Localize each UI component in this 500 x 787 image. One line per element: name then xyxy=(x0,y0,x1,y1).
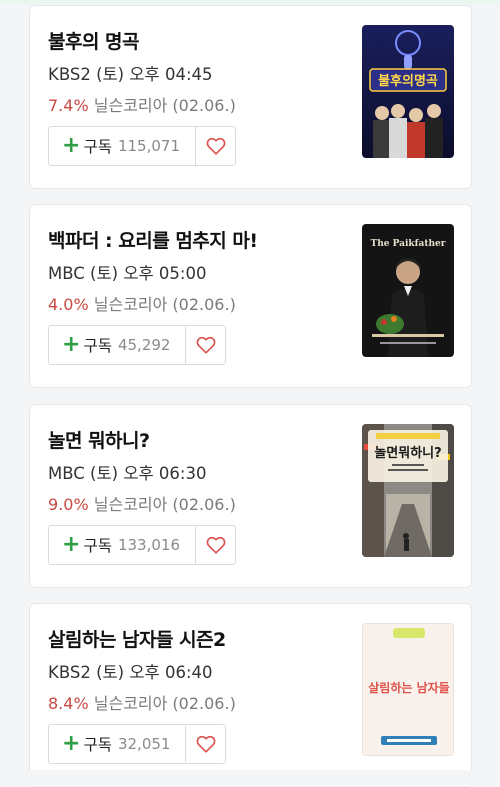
subscribe-button[interactable]: + 구독 133,016 xyxy=(49,526,196,564)
subscribe-label: 구독 xyxy=(83,736,112,754)
favorite-button[interactable] xyxy=(196,526,235,564)
rating-line: 7.4% 닐슨코리아 (02.06.) xyxy=(48,92,236,116)
subscribe-label: 구독 xyxy=(83,537,112,555)
poster-title: 살림하는 남자들 xyxy=(368,680,449,695)
program-title[interactable]: 놀면 뭐하니? xyxy=(48,426,150,453)
poster-title: 불후의명곡 xyxy=(378,73,438,89)
plus-icon: + xyxy=(62,532,81,557)
plus-icon: + xyxy=(62,332,81,357)
favorite-button[interactable] xyxy=(186,326,225,364)
plus-icon: + xyxy=(62,731,81,756)
heart-outline-icon xyxy=(196,735,215,753)
subscribe-button[interactable]: + 구독 32,051 xyxy=(49,725,186,763)
rating-value: 4.0% xyxy=(48,295,89,314)
rating-line: 8.4% 닐슨코리아 (02.06.) xyxy=(48,690,236,714)
program-schedule: KBS2 (토) 오후 06:40 xyxy=(48,663,213,682)
subscriber-count: 45,292 xyxy=(117,336,171,354)
program-schedule: KBS2 (토) 오후 04:45 xyxy=(48,65,213,84)
subscribe-label: 구독 xyxy=(83,138,112,156)
program-poster[interactable]: 살림하는 남자들 xyxy=(362,623,454,756)
rating-line: 9.0% 닐슨코리아 (02.06.) xyxy=(48,491,236,515)
subscribe-label: 구독 xyxy=(83,337,112,355)
poster-title: The Paikfather xyxy=(371,239,446,249)
subscribe-group: + 구독 45,292 xyxy=(48,325,226,365)
bottom-edge xyxy=(0,770,500,785)
heart-outline-icon xyxy=(206,536,225,554)
poster-title: 놀면뭐하니? xyxy=(374,445,441,461)
subscribe-group: + 구독 32,051 xyxy=(48,724,226,764)
program-title[interactable]: 불후의 명곡 xyxy=(48,27,140,54)
favorite-button[interactable] xyxy=(196,127,235,165)
program-schedule: MBC (토) 오후 06:30 xyxy=(48,464,207,483)
subscribe-button[interactable]: + 구독 115,071 xyxy=(49,127,196,165)
rating-source: 닐슨코리아 (02.06.) xyxy=(93,295,236,314)
subscribe-group: + 구독 133,016 xyxy=(48,525,236,565)
rating-source: 닐슨코리아 (02.06.) xyxy=(93,694,236,713)
rating-value: 9.0% xyxy=(48,495,89,514)
heart-outline-icon xyxy=(206,137,225,155)
program-poster[interactable]: The Paikfather xyxy=(362,224,454,357)
program-poster[interactable]: 불후의명곡 xyxy=(362,25,454,158)
subscriber-count: 115,071 xyxy=(117,137,180,155)
subscriber-count: 133,016 xyxy=(117,536,180,554)
program-card[interactable]: 백파더 : 요리를 멈추지 마! MBC (토) 오후 05:00 4.0% 닐… xyxy=(29,204,472,388)
program-card[interactable]: 살림하는 남자들 시즌2 KBS2 (토) 오후 06:40 8.4% 닐슨코리… xyxy=(29,603,472,787)
top-accent-bar xyxy=(0,0,500,4)
program-card[interactable]: 불후의 명곡 KBS2 (토) 오후 04:45 7.4% 닐슨코리아 (02.… xyxy=(29,5,472,189)
rating-source: 닐슨코리아 (02.06.) xyxy=(93,96,236,115)
subscribe-group: + 구독 115,071 xyxy=(48,126,236,166)
program-poster[interactable]: 놀면뭐하니? xyxy=(362,424,454,557)
program-title[interactable]: 살림하는 남자들 시즌2 xyxy=(48,625,226,652)
subscriber-count: 32,051 xyxy=(117,735,171,753)
subscribe-button[interactable]: + 구독 45,292 xyxy=(49,326,186,364)
program-card[interactable]: 놀면 뭐하니? MBC (토) 오후 06:30 9.0% 닐슨코리아 (02.… xyxy=(29,404,472,588)
heart-outline-icon xyxy=(196,336,215,354)
program-title[interactable]: 백파더 : 요리를 멈추지 마! xyxy=(48,226,258,253)
rating-source: 닐슨코리아 (02.06.) xyxy=(93,495,236,514)
rating-value: 7.4% xyxy=(48,96,89,115)
favorite-button[interactable] xyxy=(186,725,225,763)
plus-icon: + xyxy=(62,133,81,158)
rating-value: 8.4% xyxy=(48,694,89,713)
program-schedule: MBC (토) 오후 05:00 xyxy=(48,264,207,283)
rating-line: 4.0% 닐슨코리아 (02.06.) xyxy=(48,291,236,315)
